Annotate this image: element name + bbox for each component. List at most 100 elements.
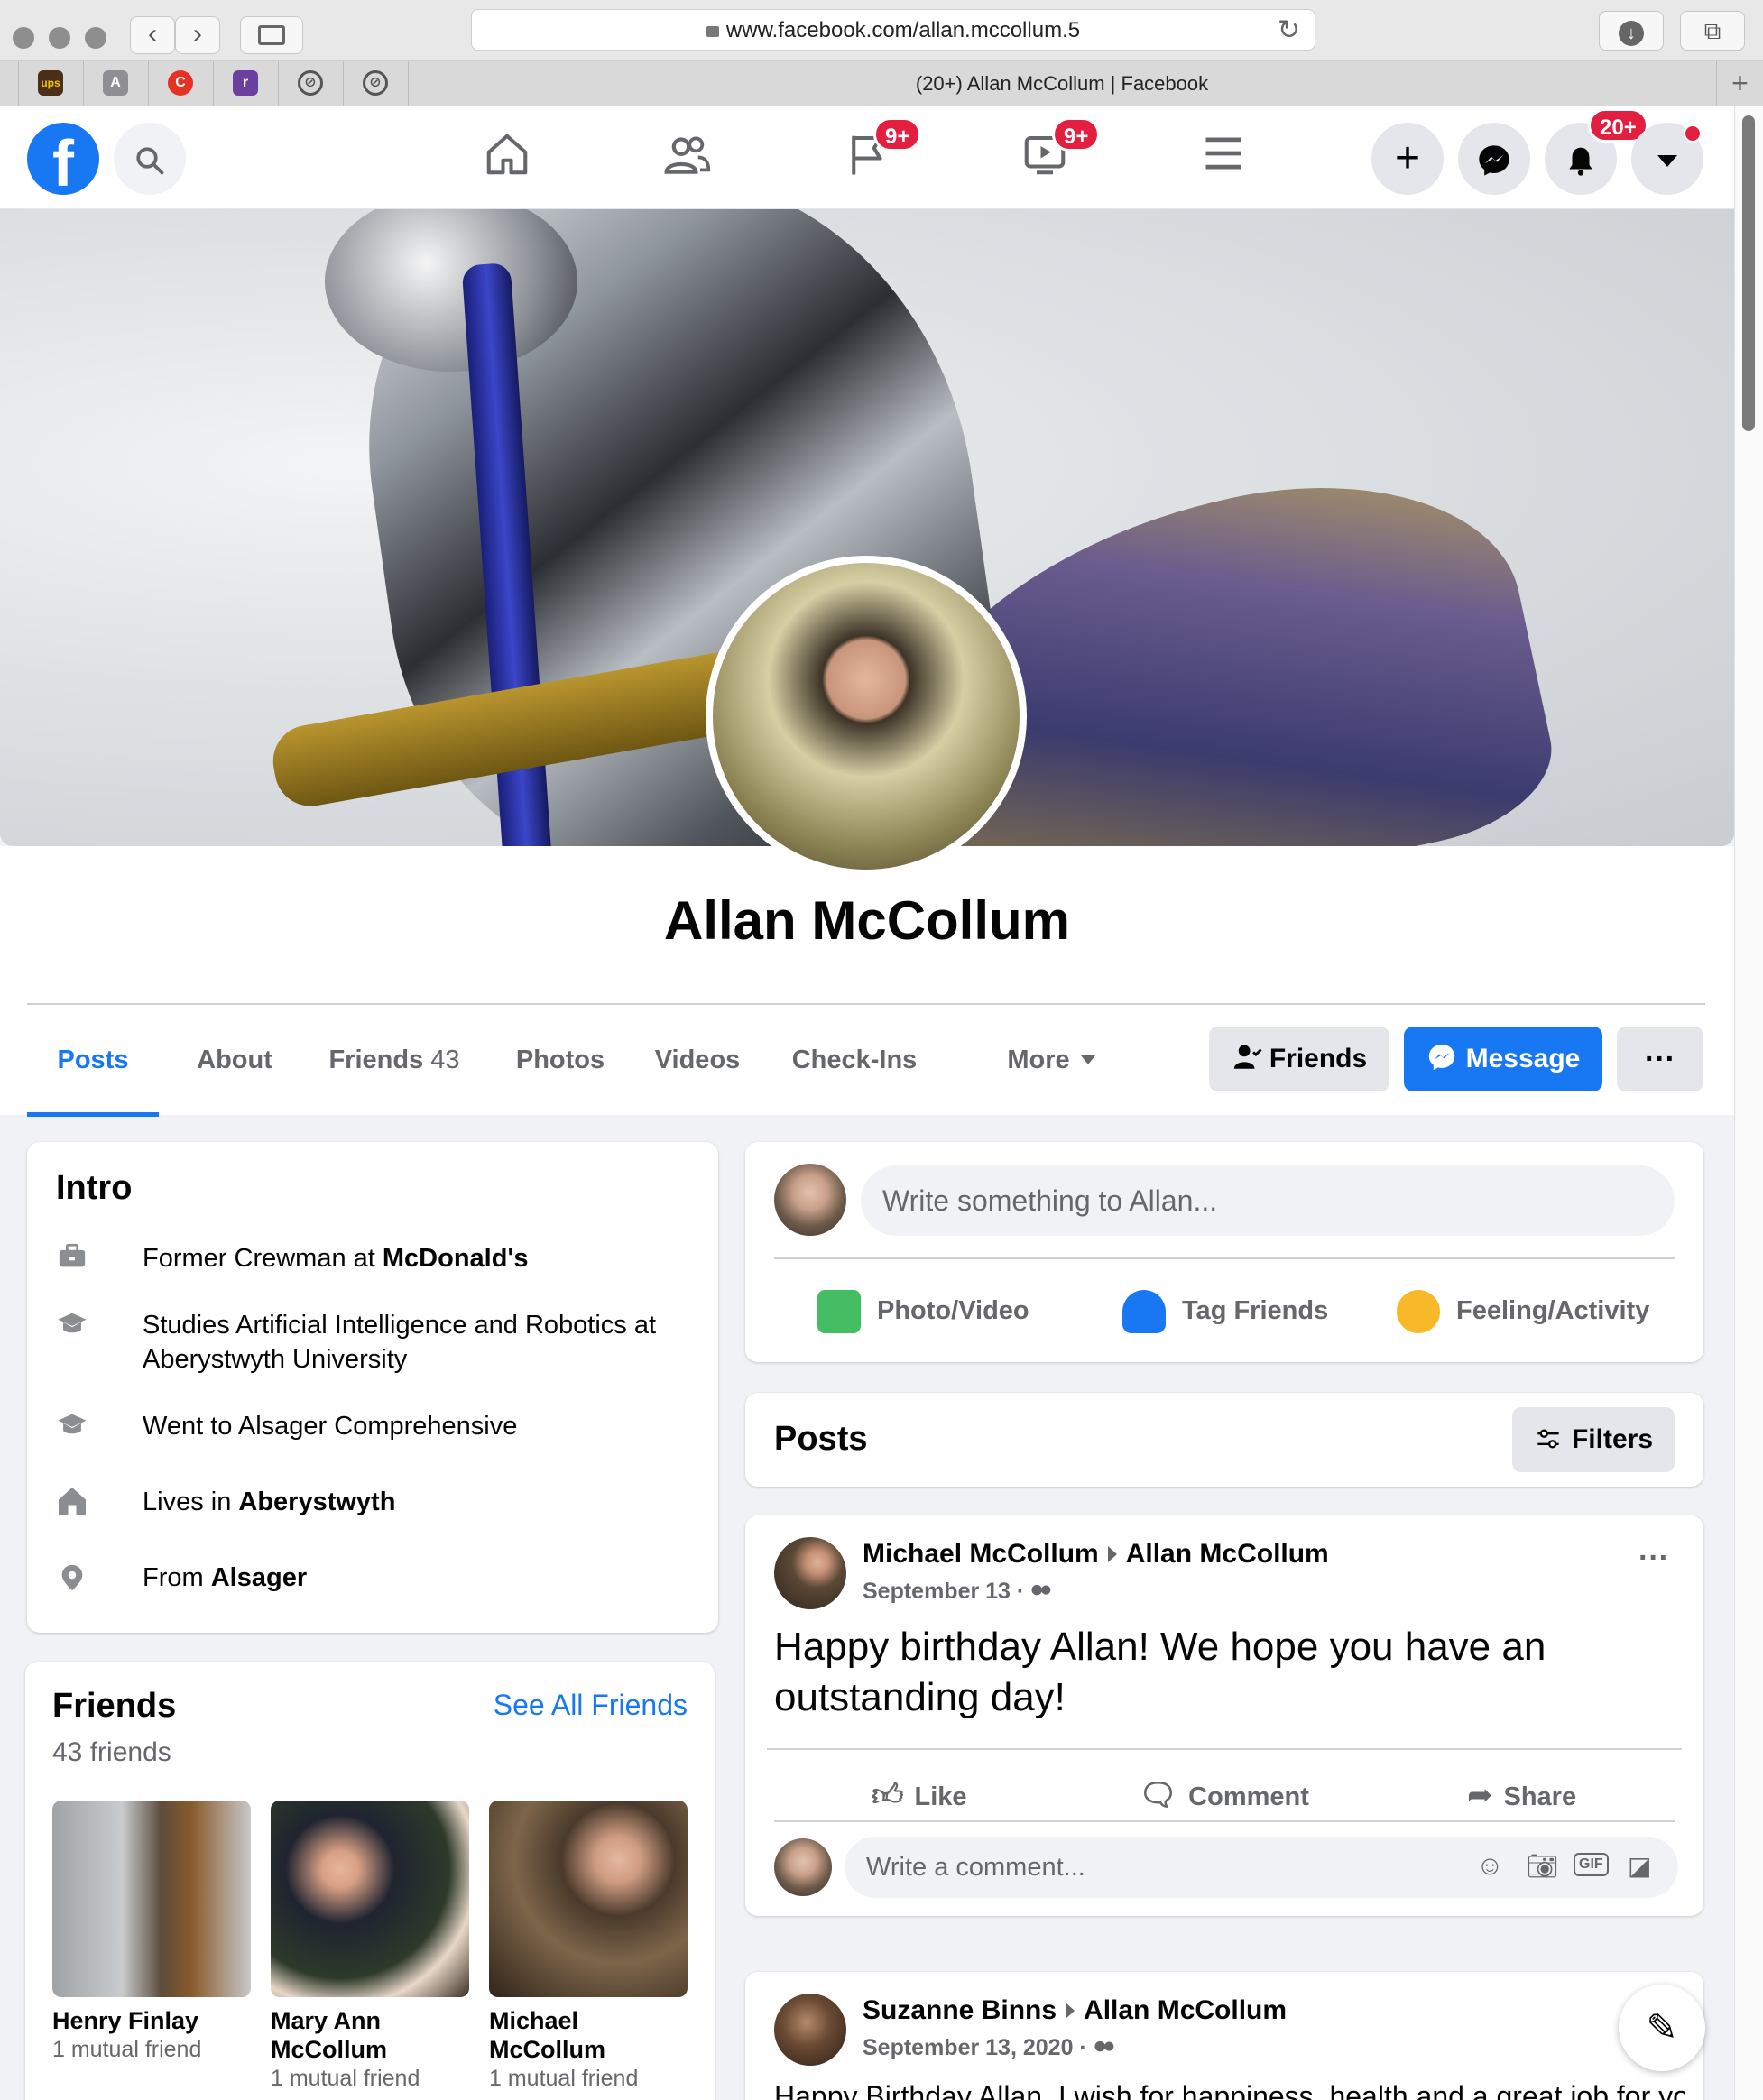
tab-more[interactable]: More	[983, 1005, 1119, 1117]
tab-check-ins[interactable]: Check-Ins	[778, 1005, 931, 1117]
home-nav-button[interactable]	[480, 130, 534, 184]
post-author-avatar[interactable]	[774, 1994, 846, 2066]
intro-work-place[interactable]: McDonald's	[383, 1244, 529, 1273]
sidebar-toggle-button[interactable]	[240, 16, 303, 54]
friend-photo[interactable]	[489, 1801, 688, 1997]
post-options-button[interactable]: ···	[1638, 1541, 1669, 1576]
tab-label: Posts	[57, 1045, 129, 1074]
close-window-button[interactable]	[13, 27, 34, 49]
minimize-window-button[interactable]	[49, 27, 70, 49]
message-button[interactable]: Message	[1404, 1027, 1602, 1091]
composer-input[interactable]: Write something to Allan...	[861, 1165, 1675, 1236]
camera-icon[interactable]: 📷︎	[1527, 1851, 1559, 1881]
like-label: Like	[914, 1782, 967, 1811]
bookmark-ups[interactable]: ups	[38, 70, 63, 96]
page-scrollbar[interactable]	[1734, 106, 1763, 2100]
bookmark-c[interactable]: C	[168, 70, 193, 96]
reload-icon[interactable]: ↻	[1278, 10, 1300, 51]
gif-icon[interactable]: GIF	[1574, 1853, 1609, 1876]
divider	[774, 1820, 1675, 1822]
see-all-friends-link[interactable]: See All Friends	[494, 1689, 688, 1722]
create-button[interactable]: +	[1371, 123, 1444, 195]
friend-name[interactable]: Mary Ann McCollum	[271, 2006, 433, 2064]
active-tab-title[interactable]: (20+) Allan McCollum | Facebook	[408, 61, 1716, 106]
account-alert-dot	[1684, 124, 1702, 143]
scrollbar-thumb[interactable]	[1742, 115, 1755, 431]
facebook-top-nav: f 9+ 9+ + 20+	[0, 106, 1734, 209]
post-author-name[interactable]: Suzanne Binns	[863, 1995, 1057, 2025]
friend-tile-henry-finlay[interactable]: Henry Finlay 1 mutual friend	[52, 1801, 251, 2064]
tabs-icon: ⧉	[1703, 17, 1721, 44]
search-button[interactable]	[114, 123, 186, 195]
friend-tile-michael-mccollum[interactable]: Michael McCollum 1 mutual friend	[489, 1801, 688, 2093]
post-card: Suzanne Binns Allan McCollum September 13…	[745, 1972, 1703, 2100]
compass-icon[interactable]: ⊘	[298, 70, 323, 96]
back-button[interactable]: ‹	[130, 16, 175, 54]
new-message-button[interactable]: ✎	[1619, 1985, 1705, 2071]
post-date[interactable]: September 13 ·	[863, 1579, 1053, 1605]
bookmark-a[interactable]: A	[103, 70, 128, 96]
tab-about[interactable]: About	[180, 1005, 289, 1117]
more-actions-button[interactable]: ···	[1617, 1027, 1703, 1091]
photo-video-button[interactable]: Photo/Video	[817, 1288, 1029, 1334]
comment-button[interactable]: 🗨︎ Comment	[1139, 1777, 1309, 1813]
bookmarks-tabbar: ups A C r ⊘ ⊘ (20+) Allan McCollum | Fac…	[0, 61, 1763, 106]
compass-icon[interactable]: ⊘	[363, 70, 388, 96]
profile-picture[interactable]	[706, 556, 1027, 877]
emoji-icon[interactable]: ☺	[1476, 1851, 1504, 1882]
friend-photo[interactable]	[271, 1801, 469, 1997]
tab-photos[interactable]: Photos	[502, 1005, 619, 1117]
friends-audience-icon	[1030, 1585, 1053, 1600]
like-button[interactable]: 👍︎ Like	[872, 1777, 967, 1814]
tab-friends[interactable]: Friends 43	[309, 1005, 480, 1117]
post-target-name[interactable]: Allan McCollum	[1084, 1995, 1287, 2025]
intro-from-place[interactable]: Alsager	[211, 1563, 307, 1592]
friends-status-button[interactable]: Friends	[1209, 1027, 1389, 1091]
photo-icon	[817, 1290, 861, 1334]
tab-label: Check-Ins	[791, 1045, 918, 1074]
home-icon	[486, 134, 528, 175]
tabs-overview-button[interactable]: ⧉	[1680, 11, 1745, 51]
friend-mutual: 1 mutual friend	[271, 2066, 420, 2091]
friend-photo[interactable]	[52, 1801, 251, 1997]
facebook-logo-icon[interactable]: f	[27, 123, 99, 195]
post-target-name[interactable]: Allan McCollum	[1126, 1539, 1329, 1569]
tag-friends-button[interactable]: Tag Friends	[1122, 1288, 1328, 1334]
bell-icon	[1569, 147, 1592, 176]
tab-posts[interactable]: Posts	[27, 1005, 159, 1117]
filters-button[interactable]: Filters	[1512, 1407, 1675, 1472]
current-user-avatar[interactable]	[774, 1164, 846, 1236]
sticker-icon[interactable]: ◪	[1628, 1851, 1651, 1881]
profile-picture-image	[713, 563, 1020, 870]
bookmark-r[interactable]: r	[233, 70, 258, 96]
intro-title: Intro	[56, 1169, 133, 1207]
graduation-cap-icon	[54, 1409, 90, 1443]
friends-nav-button[interactable]	[660, 130, 715, 184]
share-label: Share	[1503, 1782, 1577, 1811]
tab-videos[interactable]: Videos	[639, 1005, 756, 1117]
zoom-window-button[interactable]	[85, 27, 106, 49]
post-author-avatar[interactable]	[774, 1537, 846, 1609]
post-date[interactable]: September 13, 2020 ·	[863, 2035, 1115, 2061]
address-bar[interactable]: www.facebook.com/allan.mccollum.5 ↻	[471, 9, 1315, 51]
downloads-button[interactable]: ↓	[1599, 11, 1664, 51]
separator	[148, 61, 149, 106]
lock-icon	[706, 26, 719, 37]
friend-name[interactable]: Henry Finlay	[52, 2006, 251, 2035]
new-tab-button[interactable]: +	[1716, 61, 1763, 106]
commenter-avatar[interactable]	[774, 1838, 832, 1896]
intro-lives-place[interactable]: Aberystwyth	[238, 1488, 395, 1516]
intro-from-prefix: From	[143, 1563, 211, 1592]
friend-tile-mary-ann-mccollum[interactable]: Mary Ann McCollum 1 mutual friend	[271, 1801, 469, 2093]
forward-button[interactable]: ›	[175, 16, 220, 54]
post-body: Happy birthday Allan! We hope you have a…	[774, 1625, 1546, 1719]
messenger-button[interactable]	[1458, 123, 1530, 195]
post-body: Happy Birthday Allan. I wish for happine…	[774, 2080, 1685, 2100]
share-button[interactable]: ➦ Share	[1467, 1777, 1576, 1813]
menu-nav-button[interactable]	[1196, 130, 1251, 184]
friend-name[interactable]: Michael McCollum	[489, 2006, 651, 2064]
feeling-activity-button[interactable]: Feeling/Activity	[1397, 1288, 1649, 1334]
post-author-name[interactable]: Michael McCollum	[863, 1539, 1099, 1569]
separator	[213, 61, 214, 106]
post-date-text: September 13 ·	[863, 1579, 1031, 1604]
